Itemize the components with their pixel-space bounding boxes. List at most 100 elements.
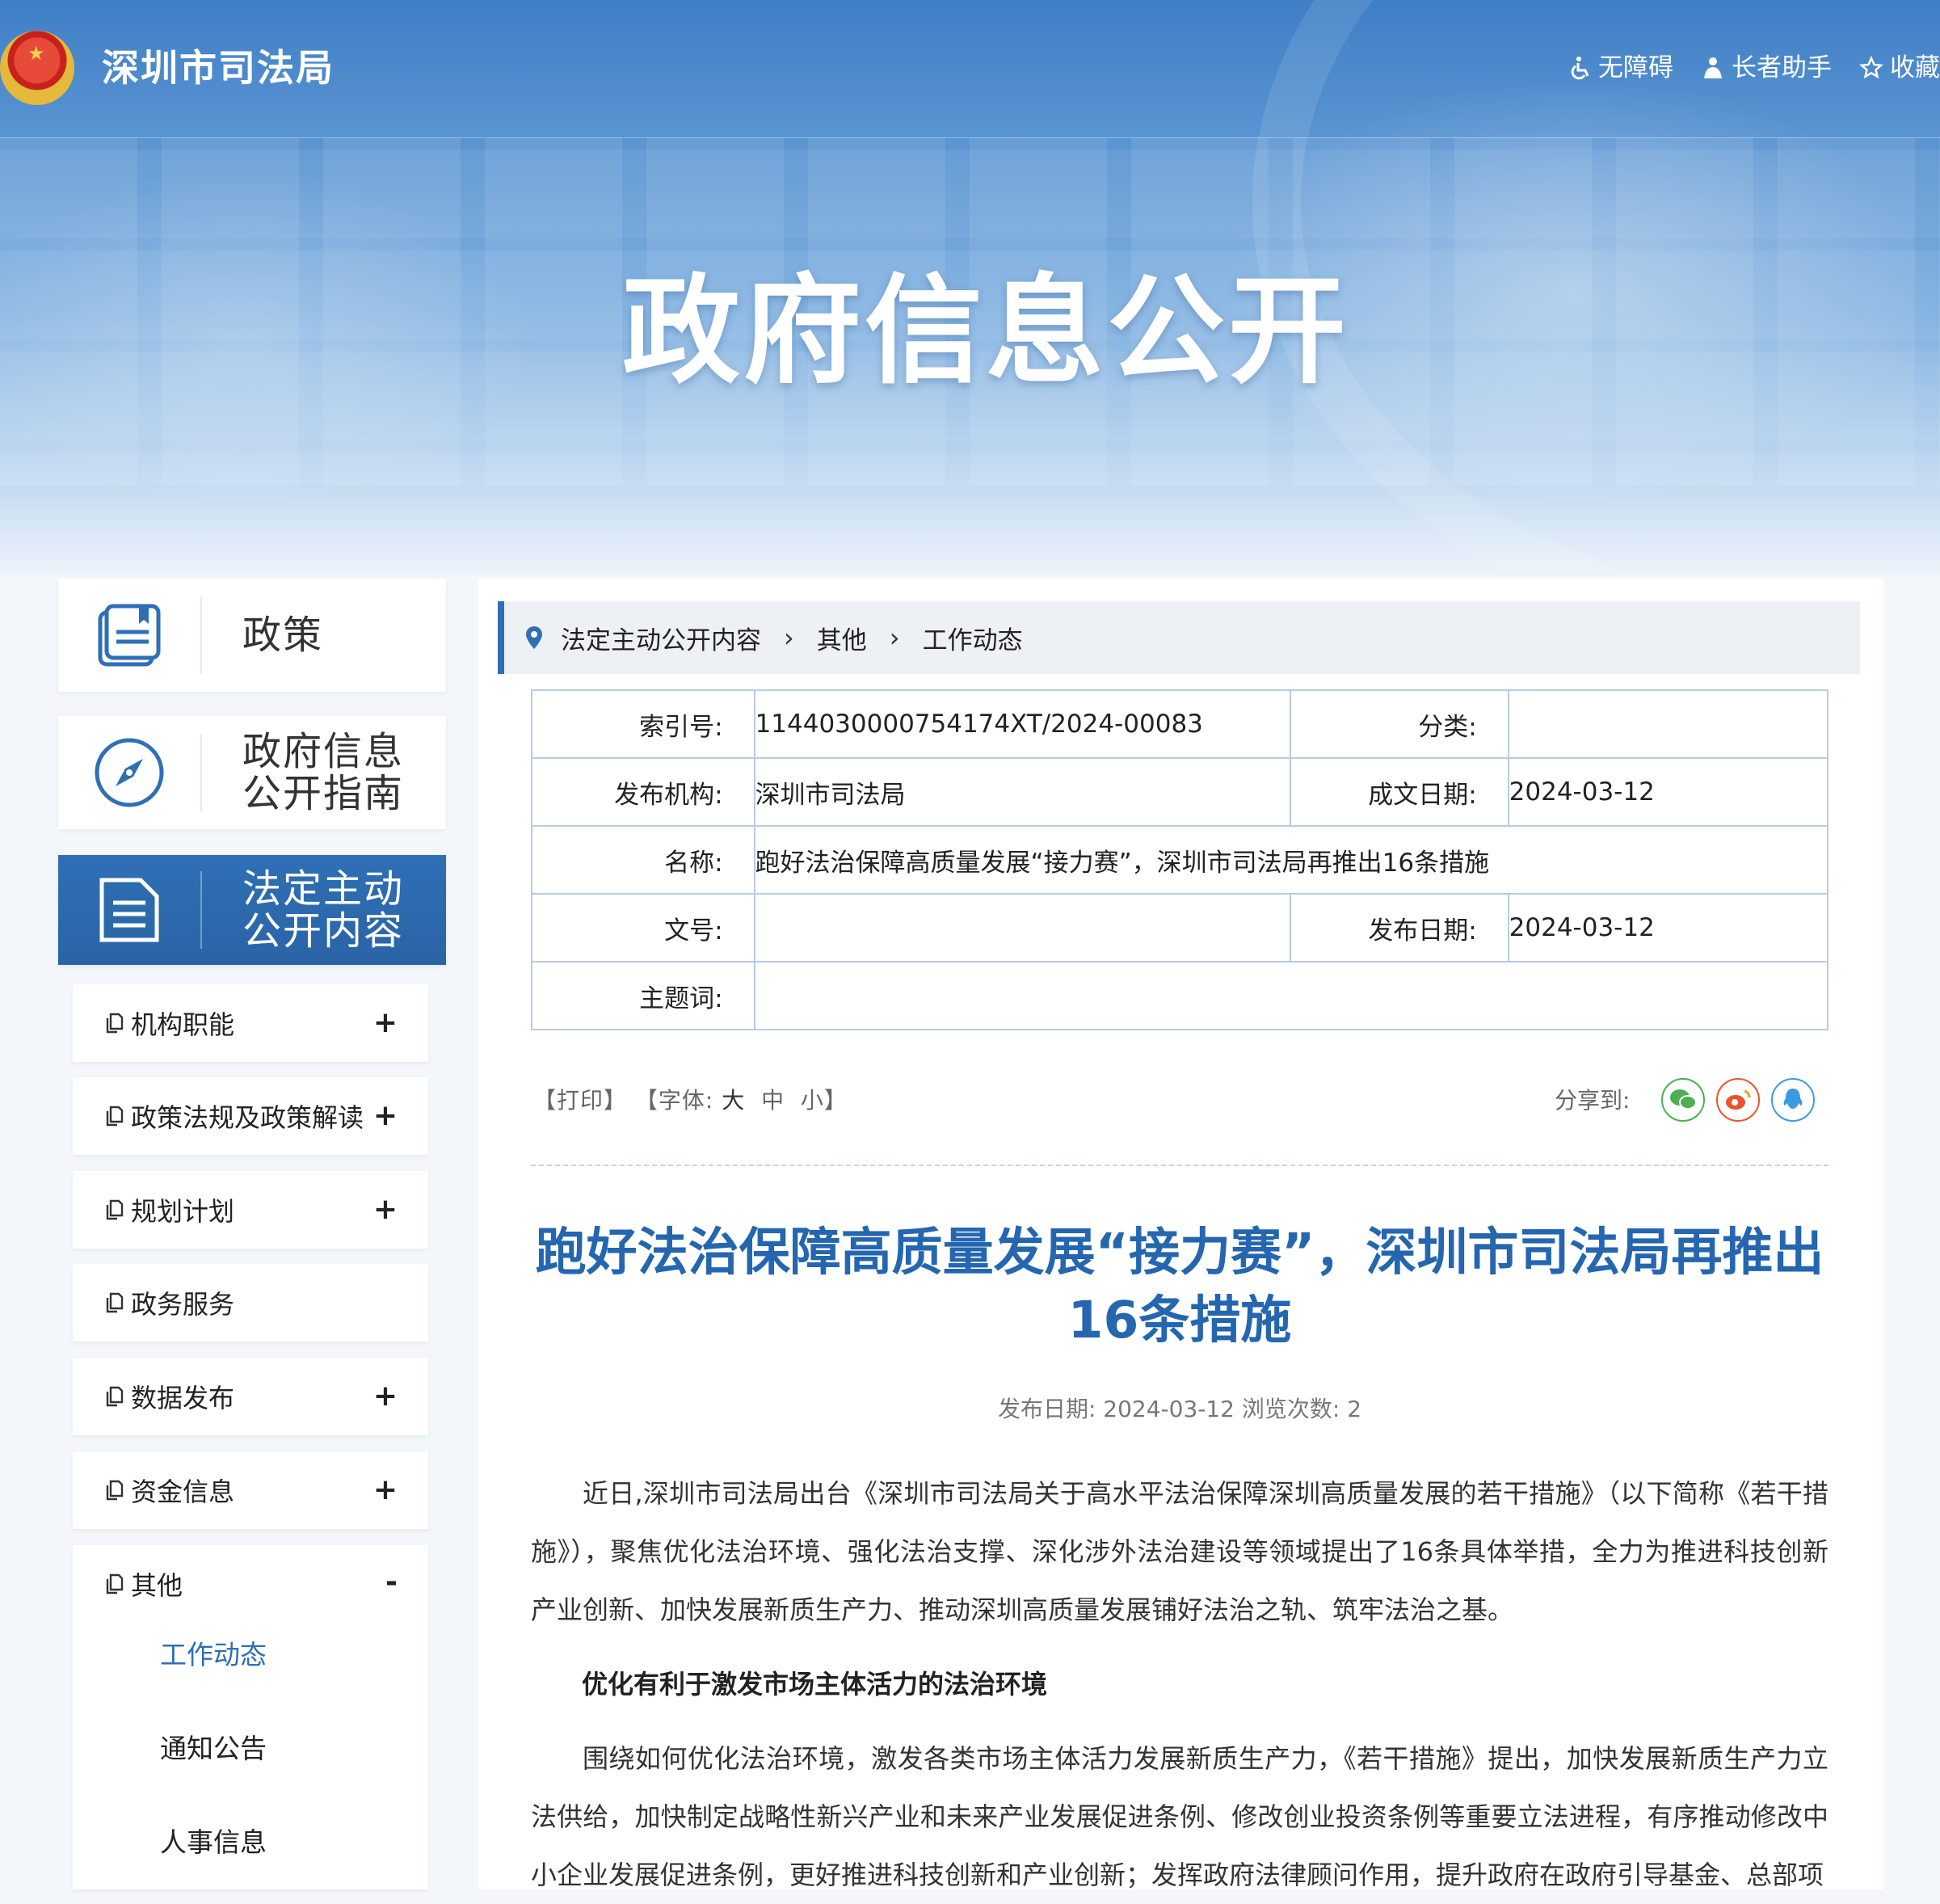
sidebar-item-label: 规划计划: [131, 1196, 235, 1227]
sidebar-item-label: 政务服务: [131, 1289, 235, 1320]
chevron-right-icon: ›: [889, 622, 900, 653]
document-number-label: 文号:: [531, 893, 755, 963]
header-banner: ★ 深圳市司法局 无障碍 长者助手 收藏 政府信息公开: [0, 0, 1940, 575]
favorite-label: 收藏: [1890, 53, 1940, 82]
index-value: 1144030000754174XT/2024-00083: [753, 689, 1292, 759]
page-icon: [106, 1386, 124, 1407]
compass-icon: [95, 738, 164, 807]
breadcrumb: 法定主动公开内容 › 其他 › 工作动态: [498, 601, 1860, 674]
accessibility-icon: [1571, 57, 1589, 80]
font-large-button[interactable]: 大: [722, 1087, 745, 1114]
agency-label: 发布机构:: [531, 757, 755, 827]
sidebar-card-label-line2: 公开内容: [242, 908, 405, 954]
name-value: 跑好法治保障高质量发展“接力赛”，深圳市司法局再推出16条措施: [753, 825, 1829, 895]
name-label: 名称:: [531, 825, 755, 895]
page-icon: [106, 1013, 124, 1034]
sidebar-group-other: 其他 - 工作动态 通知公告 人事信息: [73, 1545, 428, 1889]
qq-share-button[interactable]: [1771, 1078, 1815, 1122]
sidebar-item-label: 政策法规及政策解读: [131, 1102, 364, 1133]
article-section-heading: 优化有利于激发市场主体活力的法治环境: [582, 1669, 1048, 1700]
breadcrumb-link[interactable]: 其他: [817, 620, 867, 656]
index-label: 索引号:: [531, 689, 755, 759]
top-links: 无障碍 长者助手 收藏: [1569, 52, 1940, 84]
article-paragraph: 近日,深圳市司法局出台《深圳市司法局关于高水平法治保障深圳高质量发展的若干措施》…: [531, 1478, 1828, 1625]
published-date-label: 发布日期:: [1290, 893, 1509, 963]
sidebar-item-label: 其他: [131, 1570, 183, 1601]
elder-assistant-label: 长者助手: [1732, 53, 1832, 82]
header-divider: [0, 137, 1940, 138]
book-icon: [98, 604, 161, 667]
wechat-share-button[interactable]: [1661, 1078, 1705, 1122]
article-title: 跑好法治保障高质量发展“接力赛”，深圳市司法局再推出16条措施: [535, 1223, 1824, 1350]
category-label: 分类:: [1290, 689, 1509, 759]
page-icon: [106, 1573, 124, 1594]
sidebar-card-policy[interactable]: 政策: [58, 579, 446, 692]
page-icon: [106, 1106, 124, 1127]
expand-icon[interactable]: +: [373, 1007, 398, 1039]
sidebar-subitem-work-news[interactable]: 工作动态: [160, 1639, 267, 1671]
expand-icon[interactable]: +: [373, 1380, 398, 1413]
page-icon: [106, 1199, 124, 1220]
document-metadata-table: 索引号: 1144030000754174XT/2024-00083 分类: 发…: [531, 689, 1829, 1030]
chevron-right-icon: ›: [784, 622, 794, 653]
qq-icon: [1783, 1089, 1803, 1109]
expand-icon[interactable]: +: [373, 1474, 398, 1506]
collapse-icon[interactable]: -: [385, 1566, 398, 1599]
keywords-label: 主题词:: [531, 961, 755, 1030]
document-number-value: [753, 893, 1292, 963]
breadcrumb-link[interactable]: 法定主动公开内容: [561, 620, 761, 656]
sidebar-item-policy-laws[interactable]: 政策法规及政策解读 +: [73, 1077, 428, 1155]
divider: [531, 1165, 1828, 1166]
expand-icon[interactable]: +: [373, 1100, 398, 1132]
sidebar-item-data[interactable]: 数据发布 +: [73, 1358, 428, 1435]
font-size-label: 【字体:: [634, 1087, 714, 1114]
keywords-value: [753, 961, 1829, 1030]
sidebar-item-organization[interactable]: 机构职能 +: [73, 984, 428, 1062]
weibo-icon: [1726, 1089, 1751, 1110]
category-value: [1507, 689, 1829, 759]
created-date-value: 2024-03-12: [1507, 757, 1829, 827]
sidebar-card-label: 政策: [242, 613, 324, 658]
hero-title: 政府信息公开: [622, 263, 1349, 400]
sidebar-item-other[interactable]: 其他 -: [73, 1545, 428, 1623]
expand-icon[interactable]: +: [373, 1194, 398, 1226]
wechat-icon: [1670, 1089, 1697, 1110]
sidebar-subitem-personnel[interactable]: 人事信息: [160, 1826, 267, 1859]
national-emblem-icon[interactable]: ★: [0, 31, 74, 105]
share-label: 分享到:: [1555, 1087, 1631, 1114]
sidebar-item-label: 资金信息: [131, 1476, 235, 1507]
sidebar-card-label-line2: 公开指南: [242, 771, 405, 816]
sidebar-item-label: 机构职能: [131, 1009, 235, 1040]
sidebar-item-label: 数据发布: [131, 1383, 235, 1413]
elder-icon: [1704, 57, 1722, 78]
favorite-link[interactable]: 收藏: [1859, 52, 1940, 84]
accessibility-label: 无障碍: [1598, 53, 1673, 82]
weibo-share-button[interactable]: [1716, 1078, 1760, 1122]
star-icon: [1859, 56, 1883, 79]
document-icon: [99, 878, 159, 942]
sidebar-item-funds[interactable]: 资金信息 +: [73, 1451, 428, 1529]
article-tools: 【打印】 【字体: 大 中 小】: [533, 1085, 848, 1117]
article-paragraph: 围绕如何优化法治环境，激发各类市场主体活力发展新质生产力，《若干措施》提出，加快…: [531, 1743, 1828, 1890]
published-date-value: 2024-03-12: [1507, 893, 1829, 963]
location-pin-icon: [526, 626, 542, 649]
accessibility-link[interactable]: 无障碍: [1569, 52, 1673, 84]
article-publish-info: 发布日期: 2024-03-12 浏览次数: 2: [997, 1396, 1362, 1422]
banner-decoration: [1252, 0, 1940, 575]
sidebar-card-active-content[interactable]: 法定主动 公开内容: [58, 855, 446, 965]
sidebar-card-guide[interactable]: 政府信息 公开指南: [58, 716, 446, 829]
sidebar-item-planning[interactable]: 规划计划 +: [73, 1171, 428, 1249]
print-button[interactable]: 【打印】: [533, 1087, 627, 1114]
font-medium-button[interactable]: 中: [761, 1087, 785, 1114]
font-small-button[interactable]: 小】: [801, 1087, 848, 1114]
page-icon: [106, 1292, 124, 1313]
sidebar-subitem-notices[interactable]: 通知公告: [160, 1733, 267, 1765]
created-date-label: 成文日期:: [1290, 757, 1509, 827]
sidebar-card-label-line1: 政府信息: [242, 729, 405, 774]
sidebar-item-services[interactable]: 政务服务: [73, 1264, 428, 1342]
site-name[interactable]: 深圳市司法局: [102, 45, 335, 91]
breadcrumb-current[interactable]: 工作动态: [923, 620, 1023, 656]
agency-value: 深圳市司法局: [753, 757, 1292, 827]
page-icon: [106, 1480, 124, 1501]
elder-assistant-link[interactable]: 长者助手: [1701, 52, 1832, 84]
